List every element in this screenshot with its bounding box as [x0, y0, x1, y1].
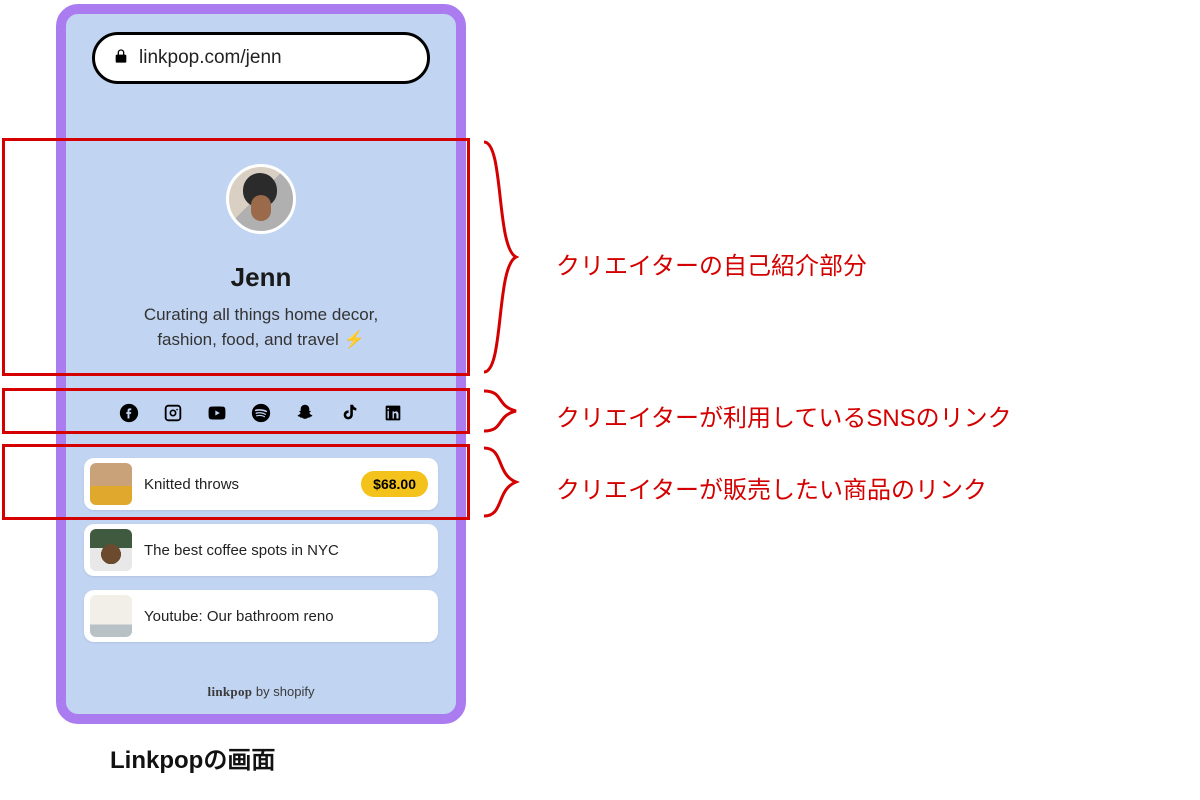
link-thumb [90, 595, 132, 637]
snapchat-icon[interactable] [294, 402, 316, 424]
bolt-icon: ⚡ [344, 330, 365, 349]
link-title: Knitted throws [144, 476, 349, 493]
bio-line1: Curating all things home decor, [144, 305, 378, 324]
phone-screen: linkpop.com/jenn Jenn Curating all thing… [56, 4, 466, 724]
youtube-icon[interactable] [206, 402, 228, 424]
link-title: The best coffee spots in NYC [144, 542, 428, 559]
link-card[interactable]: The best coffee spots in NYC [84, 524, 438, 576]
link-thumb [90, 529, 132, 571]
brace-product [480, 444, 520, 520]
profile-name: Jenn [90, 262, 432, 293]
link-title: Youtube: Our bathroom reno [144, 608, 428, 625]
phone-wrapper: linkpop.com/jenn Jenn Curating all thing… [56, 4, 466, 724]
figure-caption: Linkpopの画面 [110, 740, 275, 775]
lock-icon [113, 48, 129, 69]
spotify-icon[interactable] [250, 402, 272, 424]
price-pill: $68.00 [361, 471, 428, 497]
avatar[interactable] [226, 164, 296, 234]
profile-bio: Curating all things home decor, fashion,… [90, 303, 432, 352]
annotation-social: クリエイターが利用しているSNSのリンク [556, 398, 1012, 433]
instagram-icon[interactable] [162, 402, 184, 424]
product-thumb [90, 463, 132, 505]
brace-profile [480, 138, 520, 376]
profile-section: Jenn Curating all things home decor, fas… [66, 164, 456, 352]
linkedin-icon[interactable] [382, 402, 404, 424]
annotation-product: クリエイターが販売したい商品のリンク [556, 470, 987, 505]
footer-logo: linkpop [208, 684, 253, 699]
facebook-icon[interactable] [118, 402, 140, 424]
footer-by: by shopify [252, 684, 314, 699]
annotation-profile: クリエイターの自己紹介部分 [556, 246, 867, 281]
link-card-product[interactable]: Knitted throws $68.00 [84, 458, 438, 510]
social-row [66, 402, 456, 424]
footer-brand: linkpop by shopify [66, 684, 456, 700]
link-card[interactable]: Youtube: Our bathroom reno [84, 590, 438, 642]
tiktok-icon[interactable] [338, 402, 360, 424]
url-text: linkpop.com/jenn [139, 47, 282, 69]
bio-line2: fashion, food, and travel [157, 330, 343, 349]
url-bar[interactable]: linkpop.com/jenn [92, 32, 430, 84]
link-list: Knitted throws $68.00 The best coffee sp… [84, 458, 438, 642]
brace-social [480, 388, 520, 434]
